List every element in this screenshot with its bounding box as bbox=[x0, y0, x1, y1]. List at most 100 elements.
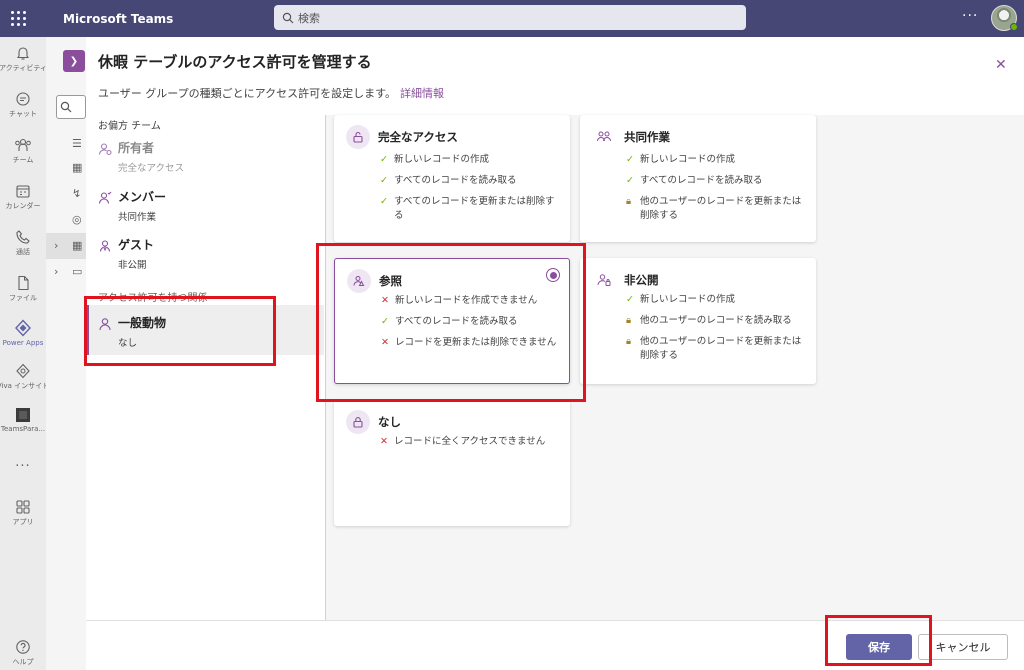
person-icon bbox=[99, 318, 111, 331]
section-label-others: アクセス許可を持つ関係 bbox=[98, 293, 208, 304]
reference-icon bbox=[353, 276, 365, 286]
rail-item-power-apps[interactable]: Power Apps bbox=[0, 319, 46, 347]
option-feature: ✓ すべてのレコードを読み取る bbox=[381, 316, 518, 327]
role-member[interactable]: メンバー 共同作業 bbox=[98, 188, 316, 223]
unlock-icon bbox=[353, 131, 363, 143]
background-search-input bbox=[56, 95, 86, 119]
rail-item-calls[interactable]: 通話 bbox=[0, 229, 46, 257]
rail-item-chat[interactable]: チャット bbox=[0, 91, 46, 119]
table-icon: ▦ bbox=[72, 161, 83, 174]
app-logo-icon: ❯ bbox=[63, 50, 85, 72]
check-icon: ✓ bbox=[380, 175, 388, 186]
close-icon[interactable]: ✕ bbox=[995, 57, 1007, 73]
rail-item-files[interactable]: ファイル bbox=[0, 275, 46, 303]
check-icon: ✓ bbox=[381, 316, 389, 327]
option-title: 参照 bbox=[379, 274, 402, 288]
option-card-full-access[interactable]: 完全なアクセス ✓ 新しいレコードの作成 ✓ すべてのレコードを読み取る ✓ すべての… bbox=[334, 115, 570, 242]
role-owner[interactable]: 所有者 完全なアクセス bbox=[98, 139, 316, 174]
rail-item-viva-insights[interactable]: Viva インサイト bbox=[0, 363, 49, 391]
bell-icon bbox=[16, 47, 30, 60]
lock-icon: 🔒︎ bbox=[626, 196, 632, 207]
guest-icon bbox=[99, 240, 111, 252]
role-general-animal[interactable]: 一般動物 なし bbox=[98, 314, 316, 349]
option-title: 完全なアクセス bbox=[378, 130, 458, 144]
power-apps-icon bbox=[15, 319, 31, 337]
lock-icon bbox=[353, 417, 363, 428]
apps-icon bbox=[16, 500, 30, 514]
rail-item-help[interactable]: ヘルプ bbox=[0, 639, 46, 667]
save-button[interactable]: 保存 bbox=[846, 634, 912, 660]
bot-icon: ◎ bbox=[72, 213, 82, 226]
calendar-icon bbox=[16, 185, 30, 198]
rail-item-activity[interactable]: アクティビティ bbox=[0, 45, 47, 73]
learn-more-link[interactable]: 詳細情報 bbox=[400, 87, 444, 100]
option-feature: ✕ 新しいレコードを作成できません bbox=[381, 295, 538, 306]
lock-icon: 🔒︎ bbox=[626, 315, 632, 326]
selected-radio-icon[interactable] bbox=[546, 268, 560, 282]
option-card-none[interactable]: なし ✕ レコードに全くアクセスできません bbox=[334, 400, 570, 526]
option-feature: ✓ すべてのレコードを更新または削除する bbox=[380, 196, 555, 221]
option-feature: ✕ レコードを更新または削除できません bbox=[381, 337, 557, 348]
owner-icon bbox=[98, 143, 112, 155]
teams-para-icon bbox=[16, 408, 30, 422]
phone-icon bbox=[16, 230, 30, 244]
panel-subtitle: ユーザー グループの種類ごとにアクセス許可を設定します。 詳細情報 bbox=[98, 87, 444, 100]
rail-item-apps[interactable]: アプリ bbox=[0, 499, 46, 527]
table-icon: ▦ bbox=[72, 239, 83, 252]
presence-available-icon bbox=[1010, 23, 1018, 31]
background-app-strip: ❯ ☰ ▦ ↯ ◎ › ▦ › ▭ bbox=[46, 37, 86, 670]
selected-role-indicator bbox=[86, 305, 89, 355]
option-title: なし bbox=[378, 415, 401, 429]
search-icon bbox=[60, 101, 72, 113]
option-feature: 🔒︎ 他のユーザーのレコードを更新または削除する bbox=[626, 336, 802, 361]
search-placeholder: 検索 bbox=[298, 11, 320, 25]
viva-insights-icon bbox=[16, 363, 30, 379]
folder-icon: ▭ bbox=[72, 265, 83, 278]
cancel-button[interactable]: キャンセル bbox=[918, 634, 1008, 660]
rail-more-apps-icon[interactable]: ··· bbox=[0, 459, 46, 474]
x-icon: ✕ bbox=[381, 295, 389, 306]
option-card-collaborate[interactable]: 共同作業 ✓ 新しいレコードの作成 ✓ すべてのレコードを読み取る 🔒︎ 他のユーザー… bbox=[580, 115, 816, 242]
rail-item-calendar[interactable]: カレンダー bbox=[0, 183, 46, 211]
list-icon: ☰ bbox=[72, 137, 82, 150]
app-launcher-icon[interactable] bbox=[0, 0, 37, 37]
check-icon: ✓ bbox=[380, 154, 388, 165]
manage-permissions-panel: 休暇 テーブルのアクセス許可を管理する ✕ ユーザー グループの種類ごとにアクセ… bbox=[86, 37, 1024, 670]
flow-icon: ↯ bbox=[72, 187, 82, 200]
chat-icon bbox=[16, 92, 30, 106]
x-icon: ✕ bbox=[381, 337, 389, 348]
rail-item-teams-para[interactable]: TeamsPara... bbox=[0, 407, 46, 433]
app-rail: アクティビティ チャット チーム カレンダー 通話 ファイル Power App… bbox=[0, 37, 49, 670]
option-card-reference[interactable]: 参照 ✕ 新しいレコードを作成できません ✓ すべてのレコードを読み取る ✕ レコード… bbox=[334, 258, 570, 384]
search-icon bbox=[282, 12, 294, 23]
file-icon bbox=[18, 275, 29, 291]
check-icon: ✓ bbox=[626, 294, 634, 305]
help-icon bbox=[16, 640, 30, 654]
option-feature: ✓ 新しいレコードの作成 bbox=[380, 154, 490, 165]
option-feature: ✓ 新しいレコードの作成 bbox=[626, 154, 736, 165]
option-title: 共同作業 bbox=[624, 130, 670, 144]
option-feature: ✓ 新しいレコードの作成 bbox=[626, 294, 736, 305]
option-feature: ✕ レコードに全くアクセスできません bbox=[380, 436, 546, 447]
member-icon bbox=[98, 191, 112, 204]
collaborate-icon bbox=[597, 131, 611, 142]
more-options-icon[interactable]: ··· bbox=[962, 8, 978, 24]
option-card-private[interactable]: 非公開 ✓ 新しいレコードの作成 🔒︎ 他のユーザーのレコードを読み取る 🔒︎ 他のユ… bbox=[580, 258, 816, 384]
role-guest[interactable]: ゲスト 非公開 bbox=[98, 236, 316, 271]
private-icon bbox=[597, 274, 611, 286]
search-box[interactable]: 検索 bbox=[274, 5, 746, 30]
check-icon: ✓ bbox=[626, 175, 634, 186]
option-feature: 🔒︎ 他のユーザーのレコードを更新または削除する bbox=[626, 196, 802, 221]
rail-item-teams[interactable]: チーム bbox=[0, 137, 46, 165]
x-icon: ✕ bbox=[380, 436, 388, 447]
option-feature: ✓ すべてのレコードを読み取る bbox=[626, 175, 763, 186]
chevron-right-icon: › bbox=[54, 239, 59, 252]
chevron-right-icon: › bbox=[54, 265, 59, 278]
app-title: Microsoft Teams bbox=[63, 11, 174, 26]
section-label-team: お偏方 チーム bbox=[98, 121, 161, 132]
lock-icon: 🔒︎ bbox=[626, 336, 632, 347]
check-icon: ✓ bbox=[626, 154, 634, 165]
option-feature: ✓ すべてのレコードを読み取る bbox=[380, 175, 517, 186]
panel-title: 休暇 テーブルのアクセス許可を管理する bbox=[98, 53, 372, 71]
option-feature: 🔒︎ 他のユーザーのレコードを読み取る bbox=[626, 315, 792, 326]
